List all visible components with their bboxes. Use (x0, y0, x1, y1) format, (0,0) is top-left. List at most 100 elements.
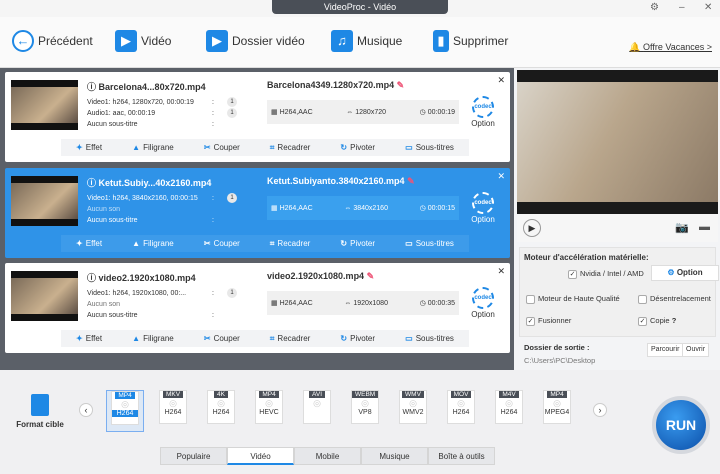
format-item[interactable]: WEBM ◎ VP8 (346, 390, 384, 432)
promo-link[interactable]: 🔔 Offre Vacances > (629, 42, 712, 53)
format-tab[interactable]: Populaire (160, 447, 227, 465)
format-item[interactable]: M4V ◎ H264 (490, 390, 528, 432)
file-card[interactable]: ⓘ Ketut.Subiy...40x2160.mp4 Video1: h264… (5, 168, 510, 258)
action-icon: ⌗ (269, 333, 275, 343)
format-item[interactable]: MOV ◎ H264 (442, 390, 480, 432)
format-container: MP4 (259, 391, 279, 398)
action-2[interactable]: ✂ Couper (204, 334, 240, 343)
codec-option-button[interactable]: codec Option (468, 287, 498, 319)
pencil-icon[interactable]: ✎ (407, 176, 415, 186)
info-icon[interactable]: ⓘ (87, 273, 96, 283)
info-icon[interactable]: ⓘ (87, 82, 96, 92)
action-2[interactable]: ✂ Couper (204, 143, 240, 152)
action-3[interactable]: ⌗ Recadrer (270, 334, 310, 344)
action-3[interactable]: ⌗ Recadrer (270, 143, 310, 153)
format-tab[interactable]: Boîte à outils (428, 447, 495, 465)
action-5[interactable]: ▭ Sous-titres (405, 143, 454, 152)
file-card[interactable]: ⓘ video2.1920x1080.mp4 Video1: h264, 192… (5, 263, 510, 353)
prev-format-button[interactable]: ‹ (79, 403, 93, 417)
add-folder-button[interactable]: ▶ Dossier vidéo (206, 30, 305, 52)
format-item[interactable]: MP4 ◎ MPEG4 (538, 390, 576, 432)
format-codec: H264 (212, 409, 230, 416)
remove-file-button[interactable]: ✕ (497, 75, 505, 86)
action-icon: ✂ (203, 239, 211, 248)
action-0[interactable]: ✦ Effet (76, 143, 102, 152)
run-button[interactable]: RUN (652, 396, 710, 454)
format-item[interactable]: MP4 ◎ HEVC (250, 390, 288, 432)
codec-gear-icon: codec (472, 192, 494, 214)
merge-checkbox[interactable]: ✓ Fusionner (526, 316, 571, 326)
add-video-button[interactable]: ▶ Vidéo (115, 30, 171, 52)
film-reel-icon: ◎ (217, 398, 225, 408)
action-5[interactable]: ▭ Sous-titres (405, 239, 454, 248)
pencil-icon[interactable]: ✎ (397, 80, 405, 90)
action-3[interactable]: ⌗ Recadrer (270, 239, 310, 249)
pencil-icon[interactable]: ✎ (367, 271, 375, 281)
format-tab[interactable]: Mobile (294, 447, 361, 465)
browse-button[interactable]: Parcourir (647, 343, 684, 357)
add-music-button[interactable]: ♫ Musique (331, 30, 402, 52)
audio-track-count[interactable]: 1 (227, 108, 237, 118)
action-icon: ▲ (132, 239, 141, 248)
action-0[interactable]: ✦ Effet (76, 239, 102, 248)
folder-open-icon[interactable]: ▬ (699, 221, 710, 233)
play-icon[interactable]: ▶ (523, 219, 541, 237)
hw-option-label: Option (676, 268, 703, 277)
action-icon: ↻ (340, 143, 348, 152)
action-1[interactable]: ▲ Filigrane (132, 143, 174, 152)
video-track-count[interactable]: 1 (227, 97, 237, 107)
file-card[interactable]: ⓘ Barcelona4...80x720.mp4 Video1: h264, … (5, 72, 510, 162)
gpu-checkbox[interactable]: ✓ Nvidia / Intel / AMD (568, 269, 644, 279)
remove-file-button[interactable]: ✕ (497, 266, 505, 277)
delete-label: Supprimer (453, 34, 509, 48)
codec-gear-icon: codec (472, 96, 494, 118)
action-icon: ↻ (340, 239, 348, 248)
action-2[interactable]: ✂ Couper (204, 239, 240, 248)
video-track-info: Video1: h264, 1280x720, 00:00:19 (87, 99, 194, 106)
close-window-button[interactable]: ✕ (704, 2, 712, 13)
format-tab[interactable]: Vidéo (227, 447, 294, 465)
preview-controls: ▶ 📷 ▬ (517, 214, 718, 242)
open-button[interactable]: Ouvrir (682, 343, 710, 357)
format-item[interactable]: AVI ◎ (298, 390, 336, 432)
action-5[interactable]: ▭ Sous-titres (405, 334, 454, 343)
action-4[interactable]: ↻ Pivoter (340, 334, 375, 343)
format-item[interactable]: MKV ◎ H264 (154, 390, 192, 432)
help-icon[interactable]: ? (672, 316, 677, 325)
format-item[interactable]: MP4 ◎ H264 (106, 390, 144, 432)
action-4[interactable]: ↻ Pivoter (340, 239, 375, 248)
output-filename: video2.1920x1080.mp4 (267, 271, 365, 281)
action-1[interactable]: ▲ Filigrane (132, 334, 174, 343)
format-codec: WMV2 (402, 409, 424, 416)
format-container: MKV (162, 391, 184, 398)
action-icon: ✂ (203, 143, 211, 152)
codec-option-button[interactable]: codec Option (468, 192, 498, 224)
back-button[interactable]: ← Précédent (12, 30, 93, 52)
video-track-count[interactable]: 1 (227, 193, 237, 203)
format-item[interactable]: WMV ◎ WMV2 (394, 390, 432, 432)
remove-file-button[interactable]: ✕ (497, 171, 505, 182)
action-1[interactable]: ▲ Filigrane (132, 239, 174, 248)
settings-icon[interactable]: ⚙ (650, 2, 659, 13)
delete-button[interactable]: ▮ Supprimer (433, 30, 508, 52)
high-quality-checkbox[interactable]: Moteur de Haute Qualité (526, 294, 620, 304)
action-4[interactable]: ↻ Pivoter (340, 143, 375, 152)
copy-checkbox[interactable]: ✓ Copie ? (638, 316, 676, 326)
duration-info: ◷ 00:00:19 (419, 109, 455, 116)
next-format-button[interactable]: › (593, 403, 607, 417)
action-icon: ⌗ (269, 238, 275, 248)
format-item[interactable]: 4K ◎ H264 (202, 390, 240, 432)
deinterlace-checkbox[interactable]: Désentrelacement (638, 294, 711, 304)
format-tab[interactable]: Musique (361, 447, 428, 465)
hw-option-button[interactable]: ⚙ Option (651, 265, 719, 281)
output-filename: Ketut.Subiyanto.3840x2160.mp4 (267, 176, 405, 186)
action-icon: ▭ (405, 334, 413, 343)
minimize-button[interactable]: – (679, 2, 685, 13)
action-0[interactable]: ✦ Effet (76, 334, 102, 343)
video-track-count[interactable]: 1 (227, 288, 237, 298)
camera-icon[interactable]: 📷 (675, 221, 689, 234)
gear-icon: ⚙ (667, 268, 675, 277)
target-format-button[interactable]: Format cible (14, 394, 66, 429)
codec-option-button[interactable]: codec Option (468, 96, 498, 128)
info-icon[interactable]: ⓘ (87, 178, 96, 188)
